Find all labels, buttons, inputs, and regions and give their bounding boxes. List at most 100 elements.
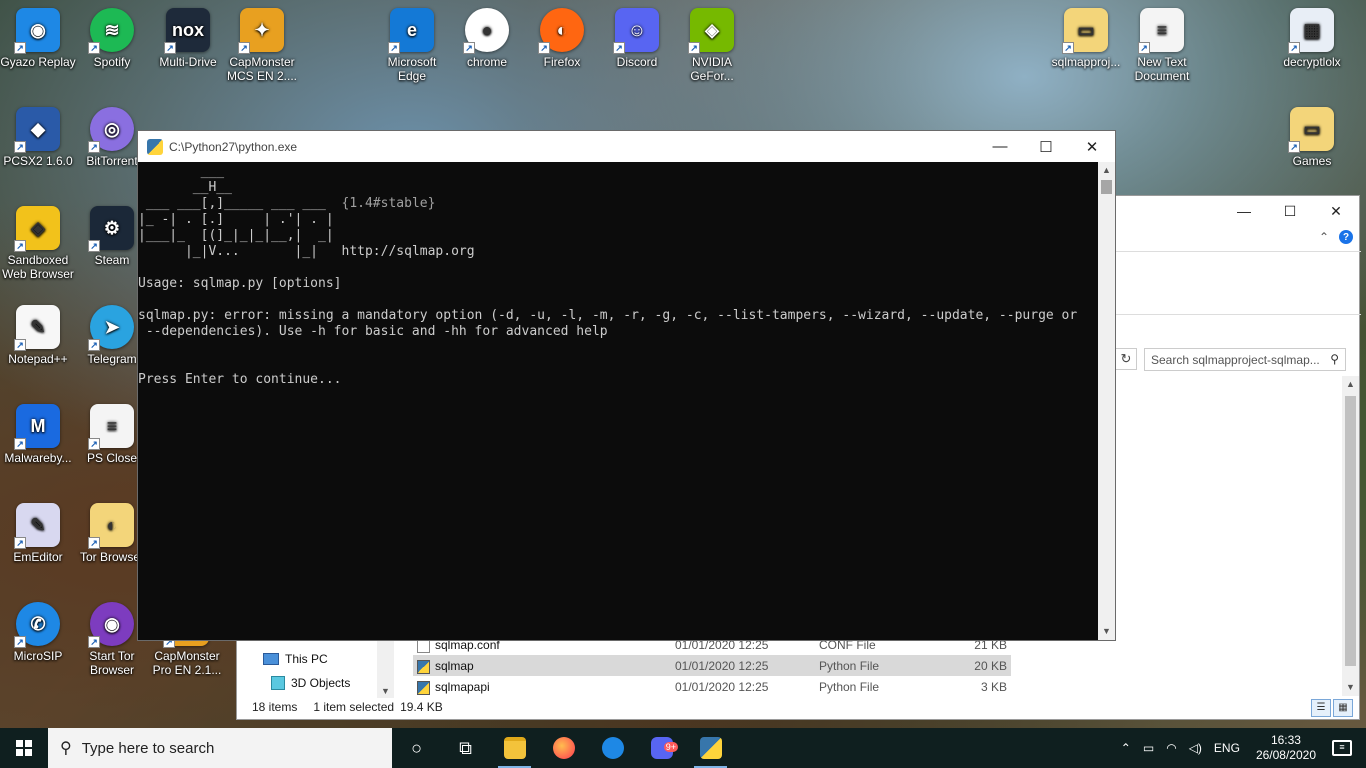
desktop-icon[interactable]: ◉ ↗ Gyazo Replay (0, 8, 76, 69)
taskbar-discord[interactable]: 9+ (637, 728, 686, 768)
nav-item-3d-objects[interactable]: 3D Objects (271, 676, 350, 690)
sqlmap-version: {1.4#stable} (341, 196, 436, 211)
scroll-down-icon[interactable]: ▼ (1342, 679, 1359, 696)
explorer-search-box[interactable]: Search sqlmapproject-sqlmap... ⚲ (1144, 348, 1346, 371)
divider (1115, 314, 1361, 315)
desktop-icon[interactable]: ≡ ↗ New Text Document (1124, 8, 1200, 83)
file-row[interactable]: sqlmap 01/01/2020 12:25 Python File 20 KB (413, 655, 1011, 676)
desktop-icon[interactable]: ✎ ↗ EmEditor (0, 503, 76, 564)
desktop-icon-label: Malwareby... (4, 451, 72, 465)
app-icon: ◐ ↗ (88, 503, 134, 549)
desktop-icon[interactable]: M ↗ Malwareby... (0, 404, 76, 465)
app-icon: ▭ ↗ (1062, 8, 1108, 54)
app-icon: ✎ ↗ (14, 503, 60, 549)
desktop-icon[interactable]: ◈ ↗ NVIDIA GeFor... (674, 8, 750, 83)
taskbar-search-box[interactable]: ⚲ Type here to search (48, 728, 392, 768)
console-titlebar[interactable]: C:\Python27\python.exe — ☐ ✕ (138, 131, 1115, 162)
console-title: C:\Python27\python.exe (169, 139, 298, 154)
explorer-close-button[interactable]: ✕ (1313, 196, 1359, 226)
scroll-up-icon[interactable]: ▲ (1342, 376, 1359, 393)
taskbar-file-explorer[interactable] (490, 728, 539, 768)
desktop-icon[interactable]: ● ↗ chrome (449, 8, 525, 69)
desktop-icon[interactable]: ▭ ↗ sqlmapproj... (1048, 8, 1124, 69)
file-size: 3 KB (980, 679, 1007, 694)
shortcut-arrow-icon: ↗ (164, 42, 176, 54)
cortana-button[interactable]: ○ (392, 728, 441, 768)
console-maximize-button[interactable]: ☐ (1023, 131, 1069, 162)
scroll-down-icon[interactable]: ▼ (1098, 623, 1115, 640)
desktop-icon[interactable]: nox ↗ Multi-Drive (150, 8, 226, 69)
desktop-icon-label: Notepad++ (8, 352, 68, 366)
desktop-icon[interactable]: ▭ ↗ Games (1274, 107, 1350, 168)
desktop-icon[interactable]: ▦ ↗ decryptlolx (1274, 8, 1350, 69)
shortcut-arrow-icon: ↗ (14, 240, 26, 252)
console-close-button[interactable]: ✕ (1069, 131, 1115, 162)
app-icon: ▦ ↗ (1288, 8, 1334, 54)
file-date: 01/01/2020 12:25 (675, 679, 769, 694)
shortcut-arrow-icon: ↗ (238, 42, 250, 54)
desktop-icon-label: Sandboxed Web Browser (2, 253, 74, 281)
app-icon: ◎ ↗ (88, 107, 134, 153)
app-icon: e ↗ (388, 8, 434, 54)
console-output[interactable]: ___ __H__ ___ ___[,]_____ ___ ___ {1.4#s… (138, 162, 1098, 640)
taskbar-python[interactable] (686, 728, 735, 768)
large-icons-view-button[interactable]: ▦ (1333, 699, 1353, 717)
input-language[interactable]: ENG (1214, 741, 1240, 755)
app-icon: ≡ ↗ (1138, 8, 1184, 54)
show-hidden-icons-icon[interactable]: ⌃ (1121, 741, 1131, 755)
file-row[interactable]: sqlmapapi 01/01/2020 12:25 Python File 3 KB (413, 676, 1011, 697)
desktop-icon[interactable]: ◈ ↗ Sandboxed Web Browser (0, 206, 76, 281)
search-icon: ⚲ (1330, 352, 1339, 366)
banner-line: __H__ (138, 180, 232, 195)
action-center-icon[interactable]: ≡ (1332, 740, 1352, 756)
desktop-icon[interactable]: ≋ ↗ Spotify (74, 8, 150, 69)
desktop-icon-label: EmEditor (13, 550, 63, 564)
task-view-button[interactable]: ⧉ (441, 728, 490, 768)
nav-pane-scrollbar[interactable]: ▼ (377, 636, 394, 698)
desktop-icon[interactable]: ◐ ↗ Firefox (524, 8, 600, 69)
clock[interactable]: 16:33 26/08/2020 (1256, 733, 1316, 763)
taskbar: ⚲ Type here to search ○ ⧉ 9+ ⌃ ▭ ◠ ◁) EN… (0, 728, 1366, 768)
console-scrollbar[interactable]: ▲ ▼ (1098, 162, 1115, 640)
desktop-icon-label: New Text Document (1134, 55, 1190, 83)
nav-item-this-pc[interactable]: This PC (263, 652, 328, 666)
navigation-pane: This PC 3D Objects (237, 636, 395, 698)
desktop-icon[interactable]: e ↗ Microsoft Edge (374, 8, 450, 83)
python-console-window[interactable]: C:\Python27\python.exe — ☐ ✕ ___ __H__ _… (137, 130, 1116, 641)
ribbon-collapse-icon[interactable]: ⌃ (1319, 230, 1329, 244)
desktop-icon[interactable]: ◆ ↗ PCSX2 1.6.0 (0, 107, 76, 168)
details-view-button[interactable]: ☰ (1311, 699, 1331, 717)
desktop-icon[interactable]: ✎ ↗ Notepad++ (0, 305, 76, 366)
shortcut-arrow-icon: ↗ (88, 636, 100, 648)
console-minimize-button[interactable]: — (977, 131, 1023, 162)
scroll-thumb[interactable] (1345, 396, 1356, 666)
taskbar-microsip[interactable] (588, 728, 637, 768)
volume-icon[interactable]: ◁) (1189, 741, 1202, 755)
continue-prompt: Press Enter to continue... (138, 372, 342, 387)
scroll-up-icon[interactable]: ▲ (1098, 162, 1115, 179)
refresh-button[interactable]: ↻ (1115, 348, 1137, 370)
desktop-icon-label: decryptlolx (1283, 55, 1341, 69)
file-list-scrollbar[interactable]: ▲ ▼ (1342, 376, 1359, 696)
scroll-thumb[interactable] (1101, 180, 1112, 194)
desktop-icon[interactable]: ☺ ↗ Discord (599, 8, 675, 69)
file-name: sqlmapapi (413, 680, 675, 695)
start-button[interactable] (0, 728, 48, 768)
taskbar-firefox[interactable] (539, 728, 588, 768)
folder-icon (503, 737, 526, 759)
desktop-icon[interactable]: ✦ ↗ CapMonster MCS EN 2.... (224, 8, 300, 83)
computer-icon (263, 653, 279, 665)
taskbar-search-input[interactable]: Type here to search (82, 740, 215, 757)
shortcut-arrow-icon: ↗ (88, 42, 100, 54)
explorer-minimize-button[interactable]: — (1221, 196, 1267, 226)
shortcut-arrow-icon: ↗ (14, 537, 26, 549)
error-line: --dependencies). Use -h for basic and -h… (138, 324, 608, 339)
help-icon[interactable]: ? (1339, 230, 1353, 244)
app-icon: ◉ ↗ (14, 8, 60, 54)
desktop-icon[interactable]: ✆ ↗ MicroSIP (0, 602, 76, 663)
app-icon: ☺ ↗ (613, 8, 659, 54)
wifi-icon[interactable]: ◠ (1166, 741, 1176, 755)
explorer-search-input[interactable]: Search sqlmapproject-sqlmap... (1151, 353, 1320, 367)
battery-icon[interactable]: ▭ (1143, 741, 1154, 755)
explorer-maximize-button[interactable]: ☐ (1267, 196, 1313, 226)
